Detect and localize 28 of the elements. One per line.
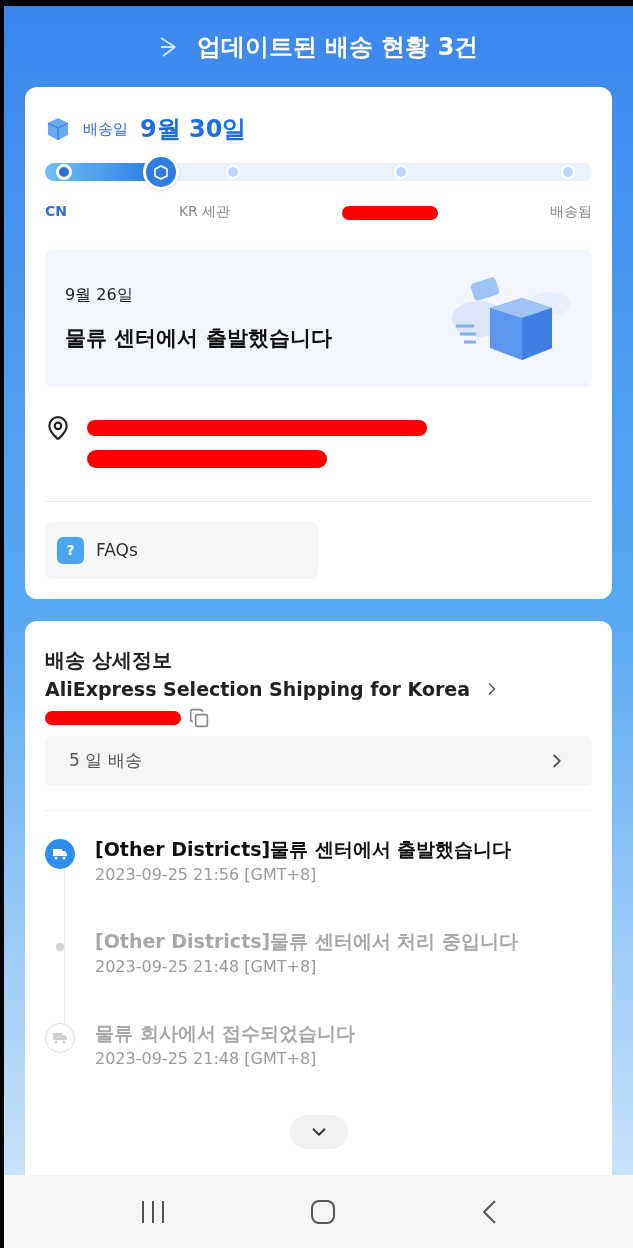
home-icon[interactable]	[310, 1198, 337, 1225]
delivery-option-row[interactable]: 5 일 배송	[45, 735, 592, 786]
delivery-date: 9월 30일	[140, 114, 247, 145]
event-time: 2023-09-25 21:56 [GMT+8]	[95, 864, 318, 886]
step-label: 배송됨	[550, 202, 592, 221]
faq-button[interactable]: ? FAQs	[45, 522, 318, 579]
truck-icon	[52, 1031, 68, 1044]
event-date: 9월 26일	[65, 283, 134, 306]
box-icon	[45, 116, 71, 142]
box-icon	[152, 164, 169, 180]
event-time: 2023-09-25 21:48 [GMT+8]	[95, 956, 318, 978]
location-pin-icon	[45, 415, 71, 441]
recent-apps-icon[interactable]	[140, 1199, 167, 1224]
copy-icon[interactable]	[189, 707, 209, 728]
question-icon: ?	[57, 537, 84, 564]
carrier-link[interactable]: AliExpress Selection Shipping for Korea	[45, 675, 592, 704]
event-message: 물류 회사에서 접수되었습니다	[95, 1020, 356, 1046]
step-label: CN	[45, 202, 67, 221]
event-message: 물류 센터에서 출발했습니다	[65, 324, 332, 352]
back-icon[interactable]	[480, 1198, 497, 1225]
event-message: [Other Districts]물류 센터에서 출발했습니다	[95, 836, 512, 862]
truck-icon	[52, 847, 68, 860]
step-label: KR 세관	[178, 202, 231, 221]
details-title: 배송 상세정보	[45, 647, 173, 674]
event-message: [Other Districts]물류 센터에서 처리 중입니다	[95, 928, 519, 954]
delivery-label: 배송일	[83, 118, 128, 140]
header-title: 업데이트된 배송 현황 3건	[196, 31, 479, 63]
event-time: 2023-09-25 21:48 [GMT+8]	[95, 1048, 318, 1070]
